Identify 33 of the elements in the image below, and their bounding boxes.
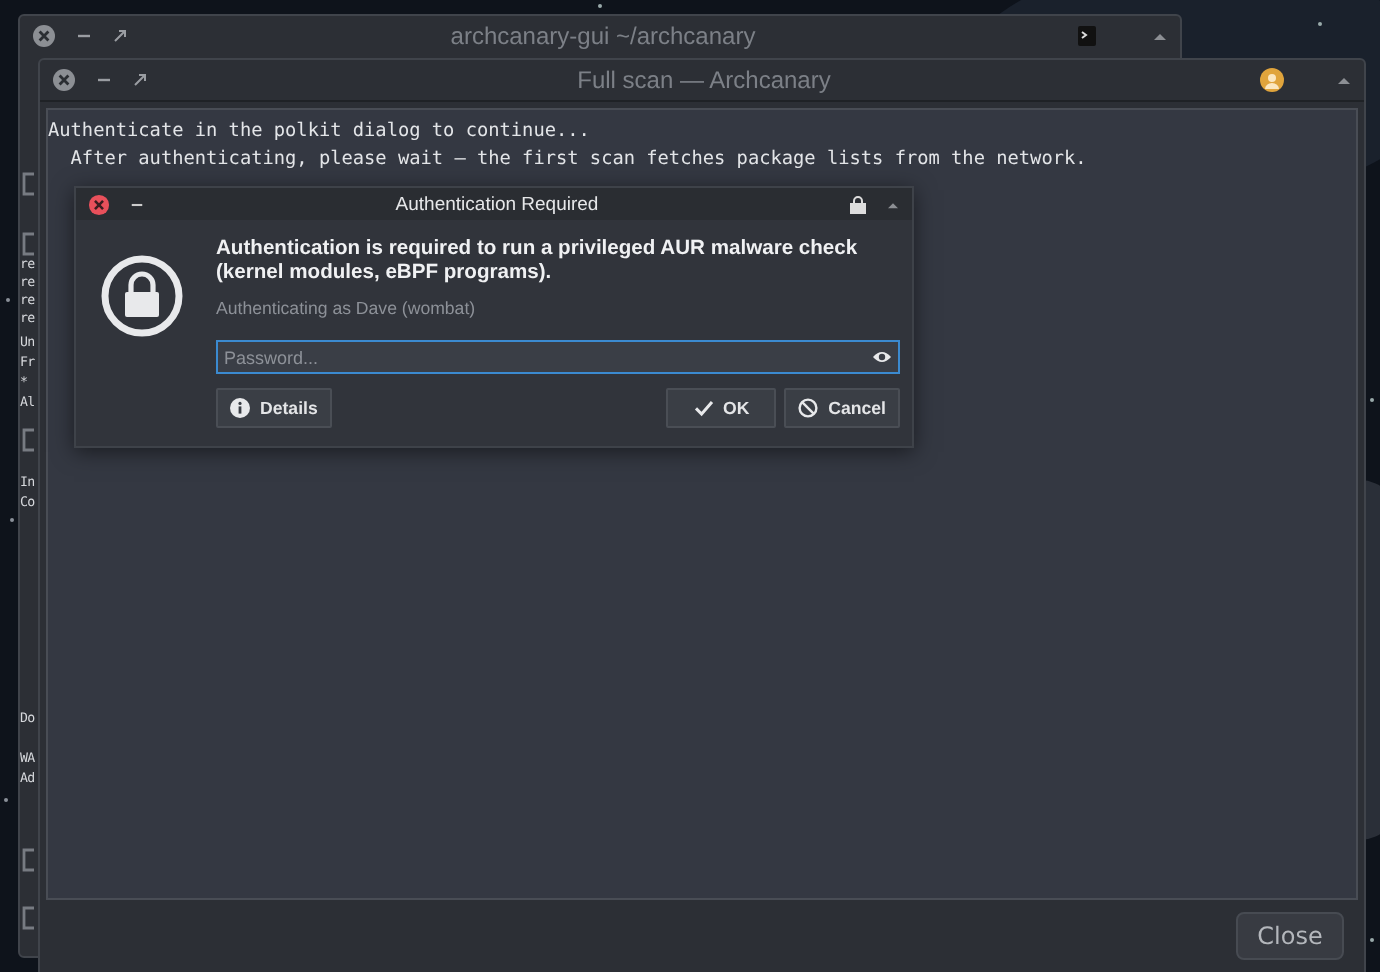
window-title: archcanary-gui ~/archcanary bbox=[448, 21, 758, 49]
details-button[interactable]: Details bbox=[216, 388, 332, 428]
keep-above-icon[interactable] bbox=[1336, 74, 1352, 86]
bracket-icon bbox=[22, 172, 36, 196]
checkmark-icon bbox=[693, 398, 714, 418]
output-line: Authenticate in the polkit dialog to continue... bbox=[48, 118, 592, 146]
bracket-icon bbox=[22, 906, 36, 930]
window-title: Full scan — Archcanary bbox=[575, 66, 833, 94]
close-button[interactable]: Close bbox=[1236, 912, 1344, 960]
identity-text: Authenticating as Dave (wombat) bbox=[216, 298, 478, 318]
cancel-icon bbox=[798, 398, 819, 418]
terminal-icon bbox=[1078, 25, 1096, 45]
dialog-title: Authentication Required bbox=[393, 193, 601, 215]
maximize-icon[interactable] bbox=[112, 27, 128, 43]
maximize-icon[interactable] bbox=[132, 72, 148, 88]
bracket-icon bbox=[22, 848, 36, 872]
ok-button[interactable]: OK bbox=[666, 388, 777, 428]
avatar-icon bbox=[1260, 68, 1284, 92]
bracket-icon bbox=[22, 232, 36, 256]
show-password-icon[interactable] bbox=[872, 350, 892, 364]
auth-message: Authentication is required to run a privileged AUR malware check (kernel modules, eBPF programs). bbox=[216, 238, 860, 286]
cancel-button[interactable]: Cancel bbox=[784, 388, 900, 428]
info-icon bbox=[230, 398, 250, 418]
close-icon[interactable] bbox=[88, 193, 110, 215]
password-field[interactable]: Password... bbox=[216, 340, 900, 374]
keep-above-icon[interactable] bbox=[1152, 29, 1168, 41]
output-line: After authenticating, please wait — the first scan fetches package lists from the network. bbox=[68, 146, 1089, 174]
close-icon[interactable] bbox=[32, 23, 56, 47]
keep-above-icon[interactable] bbox=[886, 199, 900, 209]
bracket-icon bbox=[22, 428, 36, 452]
lock-icon bbox=[100, 254, 184, 338]
close-icon[interactable] bbox=[52, 68, 76, 92]
lock-icon bbox=[850, 195, 866, 213]
